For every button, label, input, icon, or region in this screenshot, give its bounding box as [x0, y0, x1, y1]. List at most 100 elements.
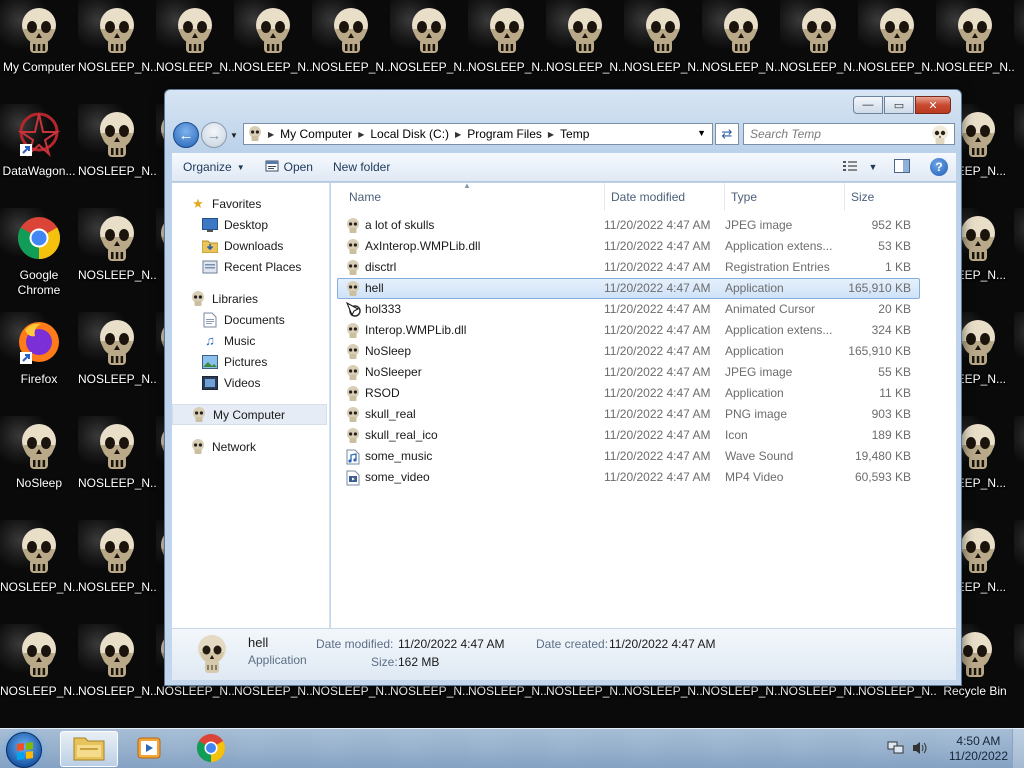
- maximize-button[interactable]: ▭: [884, 96, 914, 114]
- maximize-icon: ▭: [893, 99, 905, 112]
- desktop-icon-nosleep[interactable]: NOSLEEP_N...: [546, 0, 624, 90]
- desktop-icon-label: NOSLEEP_N...: [234, 60, 312, 74]
- nav-recent-places[interactable]: Recent Places: [172, 256, 329, 277]
- file-row[interactable]: skull_real 11/20/2022 4:47 AM PNG image …: [337, 404, 920, 425]
- nav-network[interactable]: Network: [172, 436, 329, 457]
- address-history-dropdown-icon[interactable]: ▼: [697, 128, 706, 138]
- nav-videos[interactable]: Videos: [172, 372, 329, 393]
- search-box[interactable]: [743, 123, 955, 145]
- show-desktop-button[interactable]: [1012, 729, 1024, 768]
- desktop-icon-nosleep[interactable]: NOSLEEP_N...: [312, 0, 390, 90]
- volume-tray-icon[interactable]: [911, 740, 929, 759]
- file-type: Wave Sound: [725, 449, 794, 463]
- details-file-name: hell: [248, 635, 269, 650]
- organize-button[interactable]: Organize ▼: [172, 153, 255, 181]
- nav-documents[interactable]: Documents: [172, 309, 329, 330]
- file-row[interactable]: hol333 11/20/2022 4:47 AM Animated Curso…: [337, 299, 920, 320]
- breadcrumb-separator-icon[interactable]: ▶: [268, 130, 274, 139]
- desktop-icon-firefox[interactable]: Firefox: [0, 312, 78, 402]
- skull-icon: [485, 6, 529, 56]
- desktop-icon-nosleep[interactable]: NOSLEEP_N...: [702, 0, 780, 90]
- desktop-icon-nosleep[interactable]: NOSLEEP_N...: [468, 0, 546, 90]
- desktop-icon-nosleep[interactable]: NOSLEEP_N...: [78, 520, 156, 610]
- desktop-icon-nosleep[interactable]: NOSLEEP_N...: [390, 0, 468, 90]
- taskbar-media-player[interactable]: [120, 731, 178, 767]
- address-bar[interactable]: ▶ My Computer ▶ Local Disk (C:) ▶ Progra…: [243, 123, 713, 145]
- file-row[interactable]: AxInterop.WMPLib.dll 11/20/2022 4:47 AM …: [337, 236, 920, 257]
- search-input[interactable]: [744, 124, 924, 144]
- nav-music[interactable]: ♫ Music: [172, 330, 329, 351]
- desktop-icon-nosleep[interactable]: NOSLEEP_N...: [624, 0, 702, 90]
- open-button[interactable]: Open: [255, 153, 323, 181]
- back-button[interactable]: ←: [173, 122, 199, 148]
- network-tray-icon[interactable]: [887, 740, 905, 759]
- preview-pane-button[interactable]: [882, 158, 922, 176]
- minimize-button[interactable]: —: [853, 96, 883, 114]
- desktop-icon-nosleep[interactable]: NOSLEEP_N...: [0, 520, 78, 610]
- desktop-icon-datawagon[interactable]: DataWagon...: [0, 104, 78, 194]
- new-folder-button[interactable]: New folder: [323, 153, 400, 181]
- column-date-modified[interactable]: Date modified: [605, 183, 725, 211]
- desktop-icon-my-computer[interactable]: My Computer: [0, 0, 78, 90]
- help-button[interactable]: ?: [922, 158, 956, 176]
- desktop-icon-nosleep[interactable]: NOSLEEP_N...: [0, 624, 78, 714]
- breadcrumb-temp[interactable]: Temp: [560, 127, 589, 141]
- desktop-icon-chrome[interactable]: Google Chrome: [0, 208, 78, 298]
- desktop-icon-nosleep[interactable]: NOSLEEP_N...: [78, 624, 156, 714]
- file-row[interactable]: RSOD 11/20/2022 4:47 AM Application 11 K…: [337, 383, 920, 404]
- view-options-dropdown[interactable]: ▼: [864, 162, 882, 172]
- refresh-button[interactable]: ⇄: [715, 123, 739, 145]
- column-size[interactable]: Size: [845, 183, 923, 211]
- file-row[interactable]: disctrl 11/20/2022 4:47 AM Registration …: [337, 257, 920, 278]
- nav-libraries-label: Libraries: [212, 291, 259, 306]
- breadcrumb-local-disk[interactable]: Local Disk (C:): [370, 127, 449, 141]
- file-row[interactable]: NoSleeper 11/20/2022 4:47 AM JPEG image …: [337, 362, 920, 383]
- desktop-icon-nosleep[interactable]: NOSLEEP_N...: [78, 312, 156, 402]
- file-type: Application extens...: [725, 323, 833, 337]
- desktop-icon-nosleep[interactable]: NOSLEEP_N...: [78, 208, 156, 298]
- desktop-icon-nosleep[interactable]: NOSLEEP_N...: [780, 0, 858, 90]
- desktop-icon-nosleep[interactable]: NoSleep: [0, 416, 78, 506]
- breadcrumb-separator-icon[interactable]: ▶: [455, 130, 461, 139]
- breadcrumb-program-files[interactable]: Program Files: [467, 127, 542, 141]
- file-row-selected[interactable]: hell 11/20/2022 4:47 AM Application 165,…: [337, 278, 920, 299]
- file-row[interactable]: some_music 11/20/2022 4:47 AM Wave Sound…: [337, 446, 920, 467]
- file-size: 19,480 KB: [854, 449, 911, 463]
- nav-downloads[interactable]: Downloads: [172, 235, 329, 256]
- start-button[interactable]: [6, 732, 42, 768]
- nav-my-computer[interactable]: My Computer: [172, 404, 327, 425]
- desktop-icon-nosleep[interactable]: NOSLEEP_N...: [936, 0, 1014, 90]
- column-name[interactable]: Name: [343, 183, 605, 211]
- nav-favorites[interactable]: ★ Favorites: [172, 193, 329, 214]
- desktop-icon-nosleep[interactable]: NOSLEEP_N...: [156, 0, 234, 90]
- forward-button[interactable]: →: [201, 122, 227, 148]
- nav-pictures[interactable]: Pictures: [172, 351, 329, 372]
- desktop-icon-nosleep[interactable]: NOSLEEP_N...: [234, 0, 312, 90]
- nav-libraries[interactable]: Libraries: [172, 288, 329, 309]
- breadcrumb-my-computer[interactable]: My Computer: [280, 127, 352, 141]
- taskbar-explorer[interactable]: [60, 731, 118, 767]
- desktop-icon-nosleep[interactable]: NOSLEEP_N...: [858, 0, 936, 90]
- file-row[interactable]: Interop.WMPLib.dll 11/20/2022 4:47 AM Ap…: [337, 320, 920, 341]
- skull-search-icon[interactable]: [930, 125, 950, 148]
- desktop-icon-nosleep[interactable]: NOSLEEP_N...: [78, 104, 156, 194]
- file-row[interactable]: skull_real_ico 11/20/2022 4:47 AM Icon 1…: [337, 425, 920, 446]
- file-row[interactable]: a lot of skulls 11/20/2022 4:47 AM JPEG …: [337, 215, 920, 236]
- taskbar-chrome[interactable]: [182, 731, 240, 767]
- desktop-icon-nosleep[interactable]: NOSLEEP_N...: [78, 0, 156, 90]
- desktop-icon-label: NOSLEEP_N...: [624, 60, 702, 74]
- breadcrumb-separator-icon[interactable]: ▶: [358, 130, 364, 139]
- nav-desktop[interactable]: Desktop: [172, 214, 329, 235]
- file-row[interactable]: some_video 11/20/2022 4:47 AM MP4 Video …: [337, 467, 920, 488]
- change-view-button[interactable]: [836, 160, 864, 175]
- close-button[interactable]: ✕: [915, 96, 951, 114]
- recent-pages-dropdown-icon[interactable]: ▼: [230, 131, 238, 140]
- file-row[interactable]: NoSleep 11/20/2022 4:47 AM Application 1…: [337, 341, 920, 362]
- desktop-icon-label: NOSLEEP_N...: [0, 684, 78, 698]
- skull-icon: [407, 6, 451, 56]
- breadcrumb-separator-icon[interactable]: ▶: [548, 130, 554, 139]
- skull-file-icon: [346, 323, 362, 339]
- desktop-icon-nosleep[interactable]: NOSLEEP_N...: [78, 416, 156, 506]
- clock[interactable]: 4:50 AM 11/20/2022: [949, 734, 1008, 764]
- column-type[interactable]: Type: [725, 183, 845, 211]
